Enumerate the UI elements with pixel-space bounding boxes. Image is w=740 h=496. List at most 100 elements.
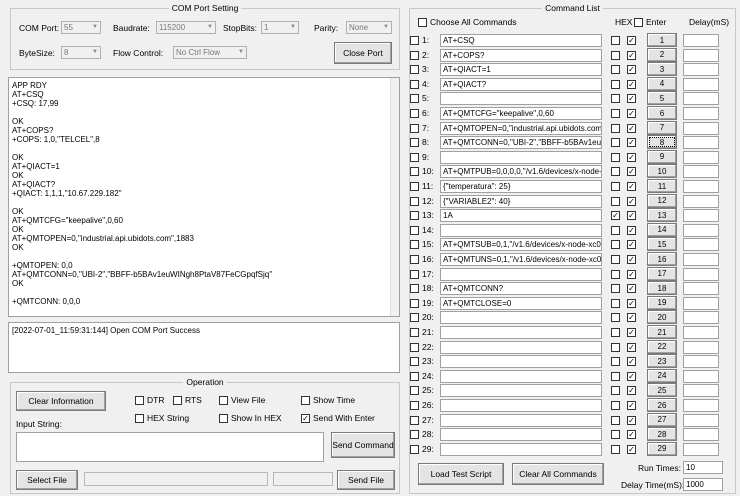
row-select-checkbox[interactable] bbox=[410, 65, 419, 75]
status-log[interactable]: [2022-07-01_11:59:31:144] Open COM Port … bbox=[8, 322, 400, 373]
enter-all-checkbox[interactable] bbox=[634, 18, 643, 27]
row-select-checkbox[interactable] bbox=[410, 211, 419, 221]
load-test-script-button[interactable]: Load Test Script bbox=[418, 463, 504, 485]
send-row-button[interactable]: 14 bbox=[647, 222, 677, 237]
row-select-checkbox[interactable] bbox=[410, 225, 419, 235]
row-delay-field[interactable] bbox=[683, 150, 719, 164]
row-enter-checkbox[interactable]: ✓ bbox=[627, 328, 636, 337]
row-enter-checkbox[interactable]: ✓ bbox=[627, 50, 636, 60]
send-row-button[interactable]: 26 bbox=[647, 398, 677, 412]
row-hex-checkbox[interactable] bbox=[611, 313, 620, 323]
row-delay-field[interactable] bbox=[683, 296, 719, 310]
command-input[interactable]: AT+CSQ bbox=[440, 34, 602, 47]
send-row-button[interactable]: 9 bbox=[647, 149, 677, 164]
receive-log-scrollbar[interactable] bbox=[390, 78, 399, 316]
row-enter-checkbox[interactable]: ✓ bbox=[627, 430, 636, 440]
parity-select[interactable]: None ▼ bbox=[346, 21, 392, 34]
row-delay-field[interactable] bbox=[683, 194, 719, 208]
row-hex-checkbox[interactable] bbox=[611, 371, 620, 381]
command-input[interactable] bbox=[440, 413, 602, 427]
row-delay-field[interactable] bbox=[683, 92, 719, 106]
row-enter-checkbox[interactable]: ✓ bbox=[627, 255, 636, 264]
row-hex-checkbox[interactable] bbox=[611, 36, 620, 45]
delay-time-field[interactable]: 1000 bbox=[683, 478, 723, 491]
row-hex-checkbox[interactable] bbox=[611, 65, 620, 75]
command-input[interactable]: AT+COPS? bbox=[440, 48, 602, 62]
row-delay-field[interactable] bbox=[683, 442, 719, 456]
row-hex-checkbox[interactable] bbox=[611, 444, 620, 454]
send-row-button[interactable]: 17 bbox=[647, 266, 677, 281]
row-delay-field[interactable] bbox=[683, 180, 719, 193]
row-select-checkbox[interactable] bbox=[410, 152, 419, 162]
send-row-button[interactable]: 11 bbox=[647, 179, 677, 193]
command-input[interactable]: AT+QMTCFG="keepalive",0,60 bbox=[440, 107, 602, 120]
file-info-field[interactable] bbox=[273, 472, 333, 486]
command-input[interactable]: AT+QIACT=1 bbox=[440, 63, 602, 77]
row-enter-checkbox[interactable]: ✓ bbox=[627, 415, 636, 425]
row-hex-checkbox[interactable] bbox=[611, 415, 620, 425]
command-input[interactable]: AT+QMTOPEN=0,"industrial.api.ubidots.com bbox=[440, 121, 602, 135]
row-delay-field[interactable] bbox=[683, 326, 719, 339]
row-delay-field[interactable] bbox=[683, 413, 719, 427]
select-file-button[interactable]: Select File bbox=[16, 470, 78, 490]
row-enter-checkbox[interactable]: ✓ bbox=[627, 138, 636, 148]
command-input[interactable] bbox=[440, 384, 602, 398]
row-select-checkbox[interactable] bbox=[410, 444, 419, 454]
row-delay-field[interactable] bbox=[683, 107, 719, 120]
row-hex-checkbox[interactable] bbox=[611, 138, 620, 148]
row-enter-checkbox[interactable]: ✓ bbox=[627, 79, 636, 89]
row-hex-checkbox[interactable] bbox=[611, 79, 620, 89]
row-select-checkbox[interactable] bbox=[410, 342, 419, 352]
row-hex-checkbox[interactable] bbox=[611, 342, 620, 352]
send-row-button[interactable]: 27 bbox=[647, 412, 677, 427]
send-with-enter-checkbox[interactable]: ✓ bbox=[301, 414, 310, 423]
send-row-button[interactable]: 10 bbox=[647, 164, 677, 179]
choose-all-checkbox[interactable] bbox=[418, 18, 427, 27]
row-enter-checkbox[interactable]: ✓ bbox=[627, 298, 636, 308]
command-input[interactable] bbox=[440, 442, 602, 456]
row-enter-checkbox[interactable]: ✓ bbox=[627, 211, 636, 221]
row-enter-checkbox[interactable]: ✓ bbox=[627, 240, 636, 250]
command-input[interactable] bbox=[440, 223, 602, 237]
row-select-checkbox[interactable] bbox=[410, 123, 419, 133]
row-select-checkbox[interactable] bbox=[410, 401, 419, 410]
row-enter-checkbox[interactable]: ✓ bbox=[627, 342, 636, 352]
row-select-checkbox[interactable] bbox=[410, 196, 419, 206]
show-in-hex-checkbox[interactable] bbox=[219, 414, 228, 423]
row-delay-field[interactable] bbox=[683, 48, 719, 62]
command-input[interactable] bbox=[440, 355, 602, 369]
send-row-button[interactable]: 29 bbox=[647, 441, 677, 456]
row-select-checkbox[interactable] bbox=[410, 182, 419, 191]
row-delay-field[interactable] bbox=[683, 428, 719, 442]
row-enter-checkbox[interactable]: ✓ bbox=[627, 65, 636, 75]
row-hex-checkbox[interactable] bbox=[611, 152, 620, 162]
row-enter-checkbox[interactable]: ✓ bbox=[627, 386, 636, 396]
baudrate-select[interactable]: 115200 ▼ bbox=[156, 21, 216, 34]
send-row-button[interactable]: 12 bbox=[647, 193, 677, 208]
row-select-checkbox[interactable] bbox=[410, 36, 419, 45]
row-delay-field[interactable] bbox=[683, 253, 719, 266]
row-hex-checkbox[interactable] bbox=[611, 298, 620, 308]
file-path-field[interactable] bbox=[84, 472, 268, 486]
send-command-button[interactable]: Send Command bbox=[331, 432, 395, 458]
row-select-checkbox[interactable] bbox=[410, 94, 419, 104]
row-select-checkbox[interactable] bbox=[410, 284, 419, 294]
row-hex-checkbox[interactable] bbox=[611, 225, 620, 235]
row-select-checkbox[interactable] bbox=[410, 240, 419, 250]
row-select-checkbox[interactable] bbox=[410, 386, 419, 396]
row-enter-checkbox[interactable]: ✓ bbox=[627, 357, 636, 367]
row-hex-checkbox[interactable] bbox=[611, 430, 620, 440]
row-select-checkbox[interactable] bbox=[410, 371, 419, 381]
input-string-field[interactable] bbox=[16, 432, 324, 462]
command-input[interactable]: AT+QMTUNS=0,1,"/v1.6/devices/x-node-xc0 bbox=[440, 253, 602, 266]
send-row-button[interactable]: 20 bbox=[647, 310, 677, 325]
row-enter-checkbox[interactable]: ✓ bbox=[627, 36, 636, 45]
row-delay-field[interactable] bbox=[683, 34, 719, 47]
row-enter-checkbox[interactable]: ✓ bbox=[627, 123, 636, 133]
command-input[interactable] bbox=[440, 150, 602, 164]
row-hex-checkbox[interactable]: ✓ bbox=[611, 211, 620, 221]
row-delay-field[interactable] bbox=[683, 63, 719, 77]
command-input[interactable] bbox=[440, 326, 602, 339]
hex-string-checkbox[interactable] bbox=[135, 414, 144, 423]
command-input[interactable]: 1A bbox=[440, 209, 602, 223]
